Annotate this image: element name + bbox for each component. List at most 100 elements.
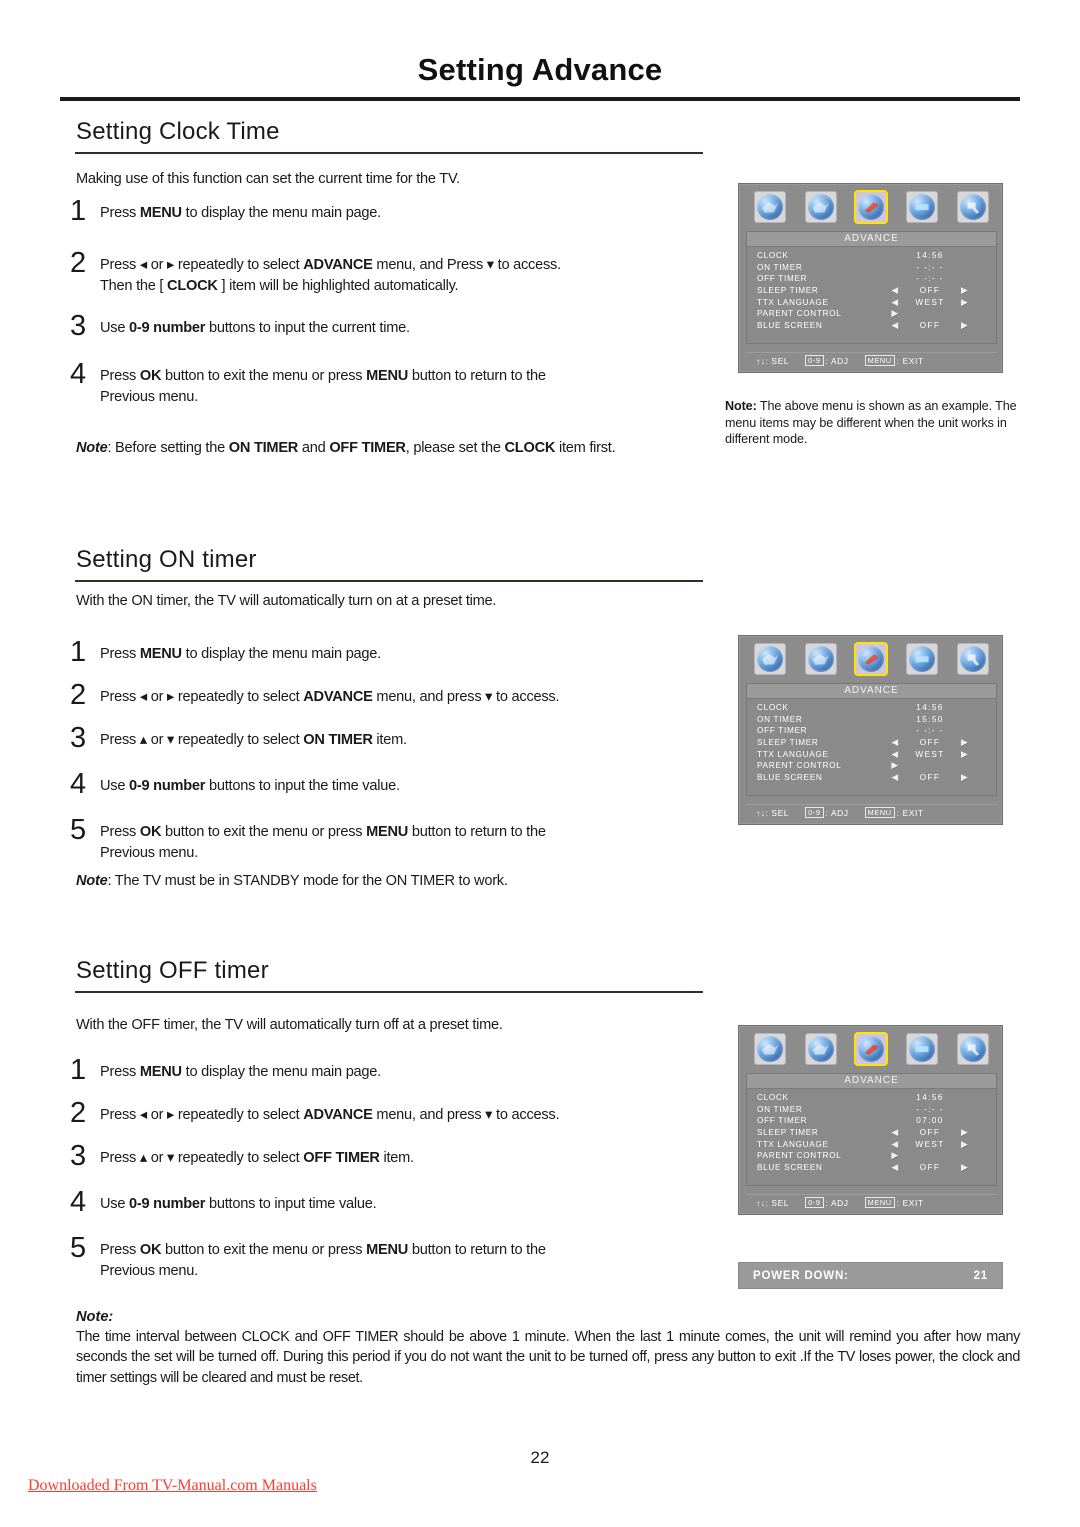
osd-menu-row[interactable]: SLEEP TIMER ◀ OFF ▶ <box>747 285 996 297</box>
osd-right-arrow-icon[interactable]: ▶ <box>961 297 987 308</box>
osd-menu-row[interactable]: SLEEP TIMER ◀ OFF ▶ <box>747 737 996 749</box>
sound-icon[interactable] <box>804 191 837 223</box>
osd-menu-row[interactable]: SLEEP TIMER ◀ OFF ▶ <box>747 1127 996 1139</box>
osd-row-value: OFF <box>919 772 941 782</box>
step-number: 1 <box>70 1054 87 1086</box>
osd-menu-row[interactable]: PARENT CONTROL ▶ <box>747 308 996 320</box>
osd-left-arrow-icon[interactable]: ▶ <box>875 308 899 319</box>
osd-right-arrow-icon[interactable]: ▶ <box>961 1162 987 1173</box>
picture-icon[interactable] <box>754 643 787 675</box>
advance-icon[interactable] <box>854 642 889 676</box>
step-text: Use 0-9 number buttons to input time val… <box>100 1196 377 1212</box>
osd-menu-row[interactable]: BLUE SCREEN ◀ OFF ▶ <box>747 772 996 784</box>
osd-left-arrow-icon[interactable]: ▶ <box>875 760 899 771</box>
step-number: 1 <box>70 636 87 668</box>
osd-left-arrow-icon[interactable]: ◀ <box>875 1139 899 1150</box>
osd-legend-exit-label: : EXIT <box>896 807 924 818</box>
osd-row-label: PARENT CONTROL <box>757 309 842 319</box>
step-text: Use 0-9 number buttons to input the curr… <box>100 320 410 336</box>
screen-icon-glyph <box>909 194 936 220</box>
osd-right-arrow-icon[interactable]: ▶ <box>961 285 987 296</box>
osd-menu-row[interactable]: ON TIMER - -:- - <box>747 262 996 274</box>
step-number: 4 <box>70 768 87 800</box>
search-icon[interactable] <box>956 643 989 675</box>
osd-menu-row[interactable]: ON TIMER - -:- - <box>747 1104 996 1116</box>
step-item: 2 Press ◂ or ▸ repeatedly to select ADVAN… <box>70 247 561 297</box>
screen-icon[interactable] <box>906 191 939 223</box>
step-number: 2 <box>70 247 87 279</box>
osd-left-arrow-icon[interactable]: ◀ <box>875 772 899 783</box>
screen-icon[interactable] <box>906 1033 939 1065</box>
osd-menu-row[interactable]: PARENT CONTROL ▶ <box>747 1150 996 1162</box>
osd-key-digits: 0-9 <box>805 1197 824 1208</box>
step-text: Press OK button to exit the menu or pres… <box>100 368 546 406</box>
bottom-note-text: The time interval between CLOCK and OFF … <box>76 1329 1020 1386</box>
step-text: Use 0-9 number buttons to input the time… <box>100 778 400 794</box>
power-down-label: POWER DOWN: <box>753 1269 849 1282</box>
search-icon[interactable] <box>956 191 989 223</box>
osd-menu-row[interactable]: CLOCK 14:56 <box>747 1092 996 1104</box>
osd-right-arrow-icon[interactable]: ▶ <box>961 737 987 748</box>
osd-menu-row[interactable]: BLUE SCREEN ◀ OFF ▶ <box>747 320 996 332</box>
osd-legend-exit: MENU: EXIT <box>864 355 924 366</box>
osd-menu-row[interactable]: TTX LANGUAGE ◀ WEST ▶ <box>747 296 996 308</box>
osd-left-arrow-icon[interactable]: ◀ <box>875 285 899 296</box>
osd-right-arrow-icon[interactable]: ▶ <box>961 772 987 783</box>
osd-row-label: BLUE SCREEN <box>757 772 823 782</box>
sound-icon[interactable] <box>804 643 837 675</box>
osd-legend-exit-label: : EXIT <box>896 1197 924 1208</box>
osd-row-label: OFF TIMER <box>757 1116 808 1126</box>
osd-legend-sel: ↑↓: SEL <box>756 1198 789 1208</box>
osd-row-label: BLUE SCREEN <box>757 320 823 330</box>
osd-menu-row[interactable]: OFF TIMER - -:- - <box>747 725 996 737</box>
bottom-note: Note: The time interval between CLOCK an… <box>76 1309 1020 1388</box>
osd-right-arrow-icon[interactable]: ▶ <box>961 1127 987 1138</box>
osd-legend-adj: 0-9: ADJ <box>805 807 849 818</box>
download-link[interactable]: Downloaded From TV-Manual.com Manuals <box>28 1477 317 1495</box>
osd-menu-row[interactable]: CLOCK 14:56 <box>747 702 996 714</box>
osd-menu-row[interactable]: OFF TIMER 07:00 <box>747 1115 996 1127</box>
osd-menu-row[interactable]: OFF TIMER - -:- - <box>747 273 996 285</box>
osd-footer-legend: ↑↓: SEL 0-9: ADJ MENU: EXIT <box>746 352 997 368</box>
step-number: 3 <box>70 310 87 342</box>
step-item: 4 Use 0-9 number buttons to input the tim… <box>70 768 400 800</box>
osd-menu-row[interactable]: ON TIMER 15:50 <box>747 714 996 726</box>
section-divider-clock <box>75 152 703 154</box>
osd-left-arrow-icon[interactable]: ◀ <box>875 1162 899 1173</box>
search-icon[interactable] <box>956 1033 989 1065</box>
advance-icon[interactable] <box>854 190 889 224</box>
step-item: 4 Use 0-9 number buttons to input time va… <box>70 1188 377 1217</box>
step-item: 1 Press MENU to display the menu main pag… <box>70 636 381 668</box>
osd-right-arrow-icon[interactable]: ▶ <box>961 749 987 760</box>
osd-legend-exit-label: : EXIT <box>896 355 924 366</box>
osd-left-arrow-icon[interactable]: ◀ <box>875 1127 899 1138</box>
sound-icon[interactable] <box>804 1033 837 1065</box>
osd-left-arrow-icon[interactable]: ◀ <box>875 297 899 308</box>
osd-footer-legend: ↑↓: SEL 0-9: ADJ MENU: EXIT <box>746 1194 997 1210</box>
step-text: Press ◂ or ▸ repeatedly to select ADVANC… <box>100 257 561 295</box>
osd-row-label: ON TIMER <box>757 714 803 724</box>
osd-menu-row[interactable]: CLOCK 14:56 <box>747 250 996 262</box>
osd-row-label: BLUE SCREEN <box>757 1162 823 1172</box>
osd-key-menu: MENU <box>864 1197 895 1208</box>
osd-row-value: 07:00 <box>916 1116 944 1126</box>
osd-left-arrow-icon[interactable]: ▶ <box>875 1150 899 1161</box>
advance-icon-glyph <box>858 1036 885 1062</box>
osd-menu-row[interactable]: PARENT CONTROL ▶ <box>747 760 996 772</box>
osd-body: ADVANCE CLOCK 14:56 ON TIMER 15:50 OFF TIMER -… <box>746 683 997 796</box>
advance-icon[interactable] <box>854 1032 889 1066</box>
osd-legend-adj: 0-9: ADJ <box>805 355 849 366</box>
screen-icon[interactable] <box>906 643 939 675</box>
osd-left-arrow-icon[interactable]: ◀ <box>875 749 899 760</box>
osd-left-arrow-icon[interactable]: ◀ <box>875 320 899 331</box>
picture-icon[interactable] <box>754 191 787 223</box>
osd-menu-row[interactable]: TTX LANGUAGE ◀ WEST ▶ <box>747 1138 996 1150</box>
osd-row-label: CLOCK <box>757 703 789 713</box>
section-note-clock: Note: Before setting the ON TIMER and OF… <box>76 440 616 456</box>
picture-icon[interactable] <box>754 1033 787 1065</box>
osd-menu-row[interactable]: TTX LANGUAGE ◀ WEST ▶ <box>747 748 996 760</box>
osd-right-arrow-icon[interactable]: ▶ <box>961 320 987 331</box>
osd-left-arrow-icon[interactable]: ◀ <box>875 737 899 748</box>
osd-menu-row[interactable]: BLUE SCREEN ◀ OFF ▶ <box>747 1162 996 1174</box>
osd-right-arrow-icon[interactable]: ▶ <box>961 1139 987 1150</box>
